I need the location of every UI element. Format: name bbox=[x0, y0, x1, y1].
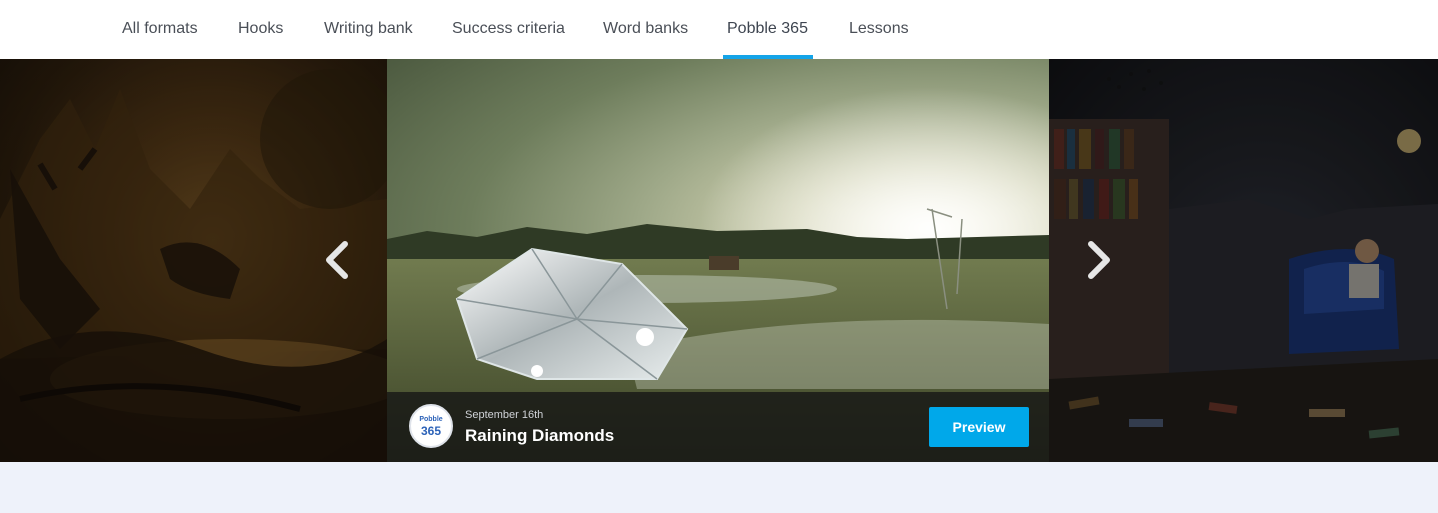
carousel-next-button[interactable] bbox=[1072, 232, 1128, 288]
tab-word-banks[interactable]: Word banks bbox=[603, 0, 688, 59]
logo-line1: Pobble bbox=[419, 416, 443, 423]
tab-writing-bank[interactable]: Writing bank bbox=[324, 0, 413, 59]
chevron-left-icon bbox=[326, 241, 348, 279]
slide-date: September 16th bbox=[465, 409, 544, 421]
slide-title: Raining Diamonds bbox=[465, 426, 615, 445]
logo-line2: 365 bbox=[420, 424, 442, 438]
page-content-area bbox=[0, 462, 1438, 513]
carousel-prev-button[interactable] bbox=[308, 232, 364, 288]
tab-all-formats[interactable]: All formats bbox=[122, 0, 198, 59]
tab-lessons[interactable]: Lessons bbox=[849, 0, 909, 59]
pobble-365-logo: Pobble 365 bbox=[409, 404, 453, 448]
chevron-right-icon bbox=[1088, 241, 1110, 279]
tab-success-criteria[interactable]: Success criteria bbox=[452, 0, 565, 59]
tab-pobble-365[interactable]: Pobble 365 bbox=[727, 0, 808, 59]
preview-button[interactable]: Preview bbox=[929, 407, 1029, 447]
slide-caption-bar: Pobble 365 September 16th Raining Diamon… bbox=[387, 392, 1049, 462]
top-navigation: All formats Hooks Writing bank Success c… bbox=[0, 0, 1438, 59]
tab-hooks[interactable]: Hooks bbox=[238, 0, 283, 59]
image-carousel: Pobble 365 September 16th Raining Diamon… bbox=[0, 59, 1438, 462]
